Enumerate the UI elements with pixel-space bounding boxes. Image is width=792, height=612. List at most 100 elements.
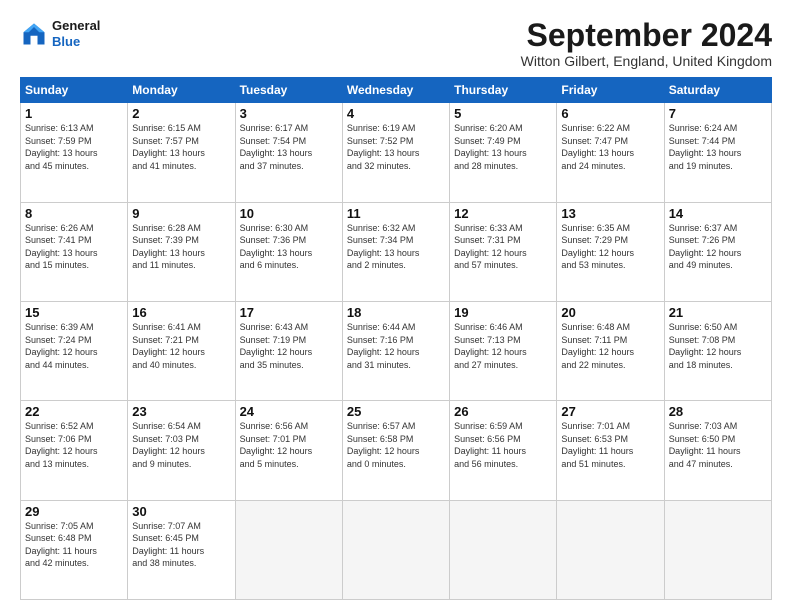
table-row: 24Sunrise: 6:56 AM Sunset: 7:01 PM Dayli… <box>235 401 342 500</box>
day-info: Sunrise: 6:52 AM Sunset: 7:06 PM Dayligh… <box>25 420 123 470</box>
day-info: Sunrise: 6:37 AM Sunset: 7:26 PM Dayligh… <box>669 222 767 272</box>
col-friday: Friday <box>557 78 664 103</box>
header: General Blue September 2024 Witton Gilbe… <box>20 18 772 69</box>
day-number: 20 <box>561 305 659 320</box>
day-info: Sunrise: 6:48 AM Sunset: 7:11 PM Dayligh… <box>561 321 659 371</box>
day-number: 22 <box>25 404 123 419</box>
table-row: 7Sunrise: 6:24 AM Sunset: 7:44 PM Daylig… <box>664 103 771 202</box>
table-row: 30Sunrise: 7:07 AM Sunset: 6:45 PM Dayli… <box>128 500 235 599</box>
day-number: 10 <box>240 206 338 221</box>
calendar-header-row: Sunday Monday Tuesday Wednesday Thursday… <box>21 78 772 103</box>
month-title: September 2024 <box>521 18 772 53</box>
day-number: 21 <box>669 305 767 320</box>
day-info: Sunrise: 7:03 AM Sunset: 6:50 PM Dayligh… <box>669 420 767 470</box>
day-info: Sunrise: 6:35 AM Sunset: 7:29 PM Dayligh… <box>561 222 659 272</box>
table-row <box>235 500 342 599</box>
day-number: 13 <box>561 206 659 221</box>
calendar-week-row: 29Sunrise: 7:05 AM Sunset: 6:48 PM Dayli… <box>21 500 772 599</box>
day-info: Sunrise: 6:46 AM Sunset: 7:13 PM Dayligh… <box>454 321 552 371</box>
table-row <box>342 500 449 599</box>
table-row: 3Sunrise: 6:17 AM Sunset: 7:54 PM Daylig… <box>235 103 342 202</box>
day-number: 29 <box>25 504 123 519</box>
table-row: 28Sunrise: 7:03 AM Sunset: 6:50 PM Dayli… <box>664 401 771 500</box>
logo-text: General Blue <box>52 18 100 49</box>
calendar-table: Sunday Monday Tuesday Wednesday Thursday… <box>20 77 772 600</box>
day-info: Sunrise: 6:32 AM Sunset: 7:34 PM Dayligh… <box>347 222 445 272</box>
table-row: 9Sunrise: 6:28 AM Sunset: 7:39 PM Daylig… <box>128 202 235 301</box>
day-info: Sunrise: 6:15 AM Sunset: 7:57 PM Dayligh… <box>132 122 230 172</box>
calendar-week-row: 1Sunrise: 6:13 AM Sunset: 7:59 PM Daylig… <box>21 103 772 202</box>
day-info: Sunrise: 6:24 AM Sunset: 7:44 PM Dayligh… <box>669 122 767 172</box>
day-info: Sunrise: 6:57 AM Sunset: 6:58 PM Dayligh… <box>347 420 445 470</box>
day-number: 30 <box>132 504 230 519</box>
day-number: 16 <box>132 305 230 320</box>
calendar-week-row: 15Sunrise: 6:39 AM Sunset: 7:24 PM Dayli… <box>21 301 772 400</box>
day-info: Sunrise: 6:50 AM Sunset: 7:08 PM Dayligh… <box>669 321 767 371</box>
day-number: 18 <box>347 305 445 320</box>
day-info: Sunrise: 6:54 AM Sunset: 7:03 PM Dayligh… <box>132 420 230 470</box>
day-number: 24 <box>240 404 338 419</box>
day-info: Sunrise: 6:56 AM Sunset: 7:01 PM Dayligh… <box>240 420 338 470</box>
day-number: 14 <box>669 206 767 221</box>
table-row: 5Sunrise: 6:20 AM Sunset: 7:49 PM Daylig… <box>450 103 557 202</box>
table-row: 8Sunrise: 6:26 AM Sunset: 7:41 PM Daylig… <box>21 202 128 301</box>
logo-blue: Blue <box>52 34 100 50</box>
calendar-week-row: 8Sunrise: 6:26 AM Sunset: 7:41 PM Daylig… <box>21 202 772 301</box>
day-info: Sunrise: 6:20 AM Sunset: 7:49 PM Dayligh… <box>454 122 552 172</box>
day-number: 12 <box>454 206 552 221</box>
page: General Blue September 2024 Witton Gilbe… <box>0 0 792 612</box>
table-row: 18Sunrise: 6:44 AM Sunset: 7:16 PM Dayli… <box>342 301 449 400</box>
table-row: 6Sunrise: 6:22 AM Sunset: 7:47 PM Daylig… <box>557 103 664 202</box>
day-info: Sunrise: 6:28 AM Sunset: 7:39 PM Dayligh… <box>132 222 230 272</box>
col-monday: Monday <box>128 78 235 103</box>
table-row: 29Sunrise: 7:05 AM Sunset: 6:48 PM Dayli… <box>21 500 128 599</box>
table-row: 10Sunrise: 6:30 AM Sunset: 7:36 PM Dayli… <box>235 202 342 301</box>
day-info: Sunrise: 6:39 AM Sunset: 7:24 PM Dayligh… <box>25 321 123 371</box>
day-number: 25 <box>347 404 445 419</box>
table-row: 14Sunrise: 6:37 AM Sunset: 7:26 PM Dayli… <box>664 202 771 301</box>
table-row <box>664 500 771 599</box>
day-number: 9 <box>132 206 230 221</box>
day-info: Sunrise: 6:19 AM Sunset: 7:52 PM Dayligh… <box>347 122 445 172</box>
col-sunday: Sunday <box>21 78 128 103</box>
day-number: 26 <box>454 404 552 419</box>
col-wednesday: Wednesday <box>342 78 449 103</box>
day-info: Sunrise: 6:33 AM Sunset: 7:31 PM Dayligh… <box>454 222 552 272</box>
table-row: 1Sunrise: 6:13 AM Sunset: 7:59 PM Daylig… <box>21 103 128 202</box>
table-row: 27Sunrise: 7:01 AM Sunset: 6:53 PM Dayli… <box>557 401 664 500</box>
table-row: 26Sunrise: 6:59 AM Sunset: 6:56 PM Dayli… <box>450 401 557 500</box>
col-tuesday: Tuesday <box>235 78 342 103</box>
table-row: 17Sunrise: 6:43 AM Sunset: 7:19 PM Dayli… <box>235 301 342 400</box>
day-info: Sunrise: 6:26 AM Sunset: 7:41 PM Dayligh… <box>25 222 123 272</box>
table-row: 22Sunrise: 6:52 AM Sunset: 7:06 PM Dayli… <box>21 401 128 500</box>
day-info: Sunrise: 7:01 AM Sunset: 6:53 PM Dayligh… <box>561 420 659 470</box>
day-info: Sunrise: 6:22 AM Sunset: 7:47 PM Dayligh… <box>561 122 659 172</box>
day-number: 5 <box>454 106 552 121</box>
day-number: 6 <box>561 106 659 121</box>
table-row: 23Sunrise: 6:54 AM Sunset: 7:03 PM Dayli… <box>128 401 235 500</box>
day-info: Sunrise: 6:43 AM Sunset: 7:19 PM Dayligh… <box>240 321 338 371</box>
day-number: 1 <box>25 106 123 121</box>
day-info: Sunrise: 6:44 AM Sunset: 7:16 PM Dayligh… <box>347 321 445 371</box>
day-number: 19 <box>454 305 552 320</box>
table-row: 16Sunrise: 6:41 AM Sunset: 7:21 PM Dayli… <box>128 301 235 400</box>
table-row: 21Sunrise: 6:50 AM Sunset: 7:08 PM Dayli… <box>664 301 771 400</box>
table-row: 15Sunrise: 6:39 AM Sunset: 7:24 PM Dayli… <box>21 301 128 400</box>
table-row <box>557 500 664 599</box>
day-info: Sunrise: 7:05 AM Sunset: 6:48 PM Dayligh… <box>25 520 123 570</box>
table-row <box>450 500 557 599</box>
table-row: 20Sunrise: 6:48 AM Sunset: 7:11 PM Dayli… <box>557 301 664 400</box>
day-info: Sunrise: 6:41 AM Sunset: 7:21 PM Dayligh… <box>132 321 230 371</box>
table-row: 2Sunrise: 6:15 AM Sunset: 7:57 PM Daylig… <box>128 103 235 202</box>
day-number: 7 <box>669 106 767 121</box>
logo: General Blue <box>20 18 100 49</box>
table-row: 11Sunrise: 6:32 AM Sunset: 7:34 PM Dayli… <box>342 202 449 301</box>
logo-icon <box>20 20 48 48</box>
day-number: 11 <box>347 206 445 221</box>
day-number: 27 <box>561 404 659 419</box>
day-number: 4 <box>347 106 445 121</box>
day-number: 15 <box>25 305 123 320</box>
table-row: 19Sunrise: 6:46 AM Sunset: 7:13 PM Dayli… <box>450 301 557 400</box>
table-row: 25Sunrise: 6:57 AM Sunset: 6:58 PM Dayli… <box>342 401 449 500</box>
day-number: 28 <box>669 404 767 419</box>
